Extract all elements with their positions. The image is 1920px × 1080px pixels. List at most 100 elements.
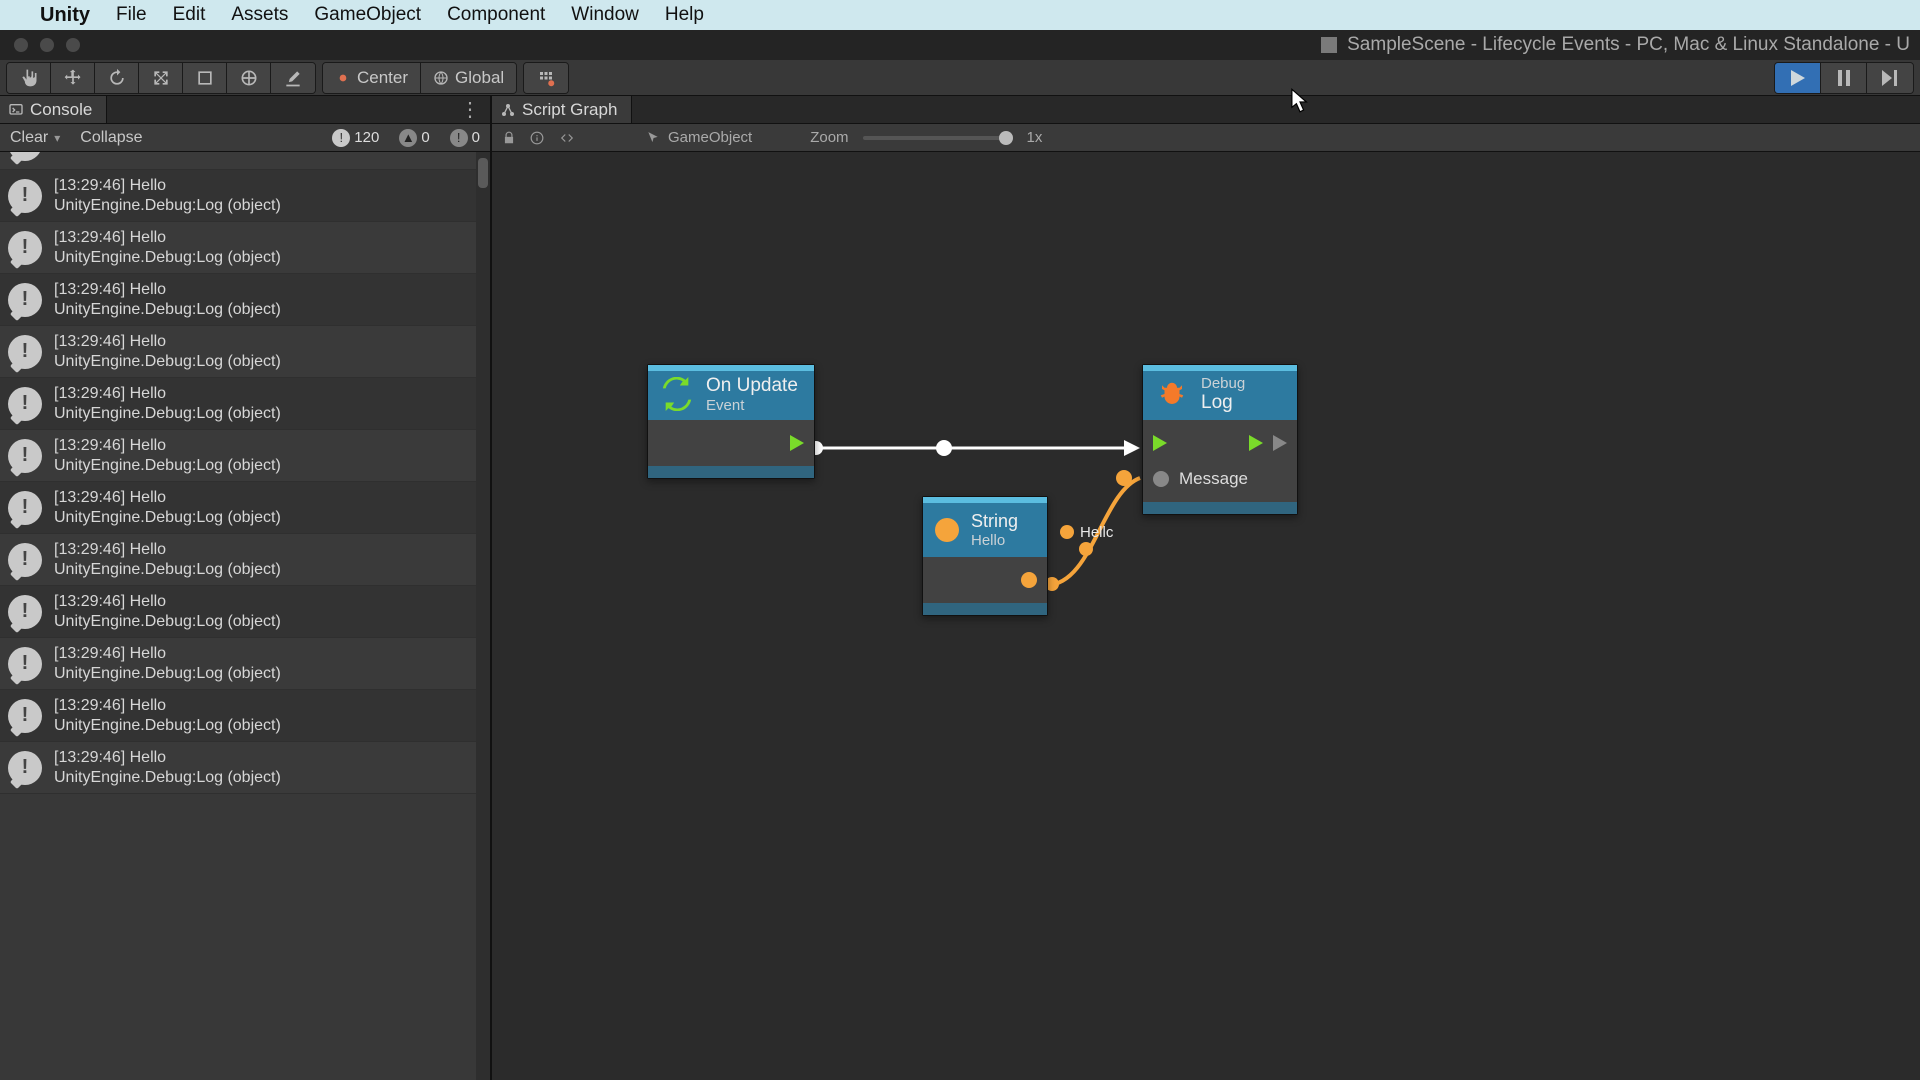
- pause-button[interactable]: [1821, 63, 1867, 93]
- console-log-row[interactable]: [13:29:46] HelloUnityEngine.Debug:Log (o…: [0, 222, 476, 274]
- log-info-icon: [8, 491, 42, 525]
- menubar-component[interactable]: Component: [447, 4, 545, 26]
- console-log-row[interactable]: [13:29:46] HelloUnityEngine.Debug:Log (o…: [0, 326, 476, 378]
- menubar-gameobject[interactable]: GameObject: [314, 4, 421, 26]
- minimize-window-button[interactable]: [40, 38, 54, 52]
- log-line-2: UnityEngine.Debug:Log (object): [54, 664, 281, 684]
- log-line-1: [13:29:46] Hello: [54, 696, 281, 716]
- console-collapse-button[interactable]: Collapse: [70, 124, 152, 151]
- log-info-icon: [8, 751, 42, 785]
- rotate-tool-button[interactable]: [95, 63, 139, 93]
- graph-code-button[interactable]: [558, 131, 576, 145]
- console-log-row[interactable]: [13:29:46] HelloUnityEngine.Debug:Log (o…: [0, 742, 476, 794]
- node-debug-log[interactable]: Debug Log Messa: [1142, 364, 1298, 515]
- log-info-icon: [8, 283, 42, 317]
- log-line-2: UnityEngine.Debug:Log (object): [54, 768, 281, 788]
- log-info-icon: [8, 699, 42, 733]
- graph-lock-button[interactable]: [502, 131, 516, 145]
- console-info-count[interactable]: ! 120: [324, 127, 387, 149]
- script-graph-tab[interactable]: Script Graph: [492, 96, 632, 123]
- maximize-window-button[interactable]: [66, 38, 80, 52]
- flow-out-port[interactable]: [790, 435, 804, 451]
- log-line-2: UnityEngine.Debug:Log (object): [54, 404, 281, 424]
- hand-tool-button[interactable]: [7, 63, 51, 93]
- rect-tool-button[interactable]: [183, 63, 227, 93]
- console-warn-count[interactable]: ▲ 0: [391, 127, 437, 149]
- console-log-row[interactable]: [13:29:46] HelloUnityEngine.Debug:Log (o…: [0, 430, 476, 482]
- console-scrollbar[interactable]: [476, 152, 490, 1080]
- menubar-window[interactable]: Window: [571, 4, 639, 26]
- console-clear-button[interactable]: Clear: [0, 124, 70, 151]
- step-button[interactable]: [1867, 63, 1913, 93]
- menubar-edit[interactable]: Edit: [173, 4, 206, 26]
- menubar-assets[interactable]: Assets: [231, 4, 288, 26]
- log-info-icon: [8, 387, 42, 421]
- space-toggle-button[interactable]: Global: [421, 63, 516, 93]
- graph-info-button[interactable]: [530, 131, 544, 145]
- node-string-literal[interactable]: String Hello: [922, 496, 1048, 616]
- console-log-row[interactable]: [13:29:46] HelloUnityEngine.Debug:Log (o…: [0, 586, 476, 638]
- log-line-2: UnityEngine.Debug:Log (object): [54, 248, 281, 268]
- console-log-row[interactable]: [13:29:46] HelloUnityEngine.Debug:Log (o…: [0, 534, 476, 586]
- console-list[interactable]: UnityEngine.Debug:Log (object)[13:29:46]…: [0, 152, 490, 1080]
- log-line-1: [13:29:46] Hello: [54, 384, 281, 404]
- log-info-icon: [8, 543, 42, 577]
- log-line-1: [13:29:46] Hello: [54, 332, 281, 352]
- move-tool-button[interactable]: [51, 63, 95, 93]
- log-info-icon: [8, 647, 42, 681]
- node-title: Log: [1201, 392, 1245, 414]
- scale-tool-button[interactable]: [139, 63, 183, 93]
- console-tab[interactable]: Console: [0, 96, 107, 123]
- flow-out-port[interactable]: [1249, 435, 1263, 451]
- flow-in-port[interactable]: [1153, 435, 1167, 451]
- console-error-count[interactable]: ! 0: [442, 127, 488, 149]
- log-line-2: UnityEngine.Debug:Log (object): [54, 456, 281, 476]
- log-info-icon: [8, 231, 42, 265]
- message-in-port[interactable]: [1153, 471, 1169, 487]
- string-type-icon: [935, 518, 959, 542]
- space-label: Global: [455, 68, 504, 88]
- transform-tool-button[interactable]: [227, 63, 271, 93]
- node-on-update[interactable]: On Update Event: [647, 364, 815, 479]
- traffic-lights: [10, 38, 80, 52]
- console-log-row[interactable]: [13:29:46] HelloUnityEngine.Debug:Log (o…: [0, 482, 476, 534]
- console-log-row[interactable]: [13:29:46] HelloUnityEngine.Debug:Log (o…: [0, 170, 476, 222]
- snap-toggle-button[interactable]: [524, 63, 568, 93]
- node-subtitle: Event: [706, 397, 798, 414]
- graph-canvas[interactable]: On Update Event: [492, 152, 1920, 1080]
- node-category: Debug: [1201, 375, 1245, 392]
- console-log-row[interactable]: [13:29:46] HelloUnityEngine.Debug:Log (o…: [0, 690, 476, 742]
- string-out-port[interactable]: [1021, 572, 1037, 588]
- console-log-row[interactable]: UnityEngine.Debug:Log (object): [0, 152, 476, 170]
- edge-value-tooltip: Hellc: [1080, 524, 1113, 541]
- log-info-icon: [8, 595, 42, 629]
- log-info-icon: [8, 179, 42, 213]
- zoom-label: Zoom: [810, 129, 848, 146]
- log-line-2: UnityEngine.Debug:Log (object): [54, 196, 281, 216]
- close-window-button[interactable]: [14, 38, 28, 52]
- graph-icon: [500, 102, 516, 118]
- log-line-2: UnityEngine.Debug:Log (object): [54, 612, 281, 632]
- menubar-file[interactable]: File: [116, 4, 147, 26]
- log-line-1: [13:29:46] Hello: [54, 228, 281, 248]
- menubar-help[interactable]: Help: [665, 4, 704, 26]
- menubar-app-name[interactable]: Unity: [40, 4, 90, 27]
- log-line-1: [13:29:46] Hello: [54, 436, 281, 456]
- scrollbar-thumb[interactable]: [478, 158, 488, 188]
- mac-menubar: Unity File Edit Assets GameObject Compon…: [0, 0, 1920, 30]
- zoom-slider[interactable]: [863, 136, 1013, 140]
- console-log-row[interactable]: [13:29:46] HelloUnityEngine.Debug:Log (o…: [0, 638, 476, 690]
- log-line-1: [13:29:46] Hello: [54, 644, 281, 664]
- main-toolbar: Center Global: [0, 60, 1920, 96]
- graph-breadcrumb[interactable]: GameObject: [644, 129, 752, 146]
- console-panel-menu[interactable]: ⋮: [450, 97, 490, 122]
- play-button[interactable]: [1775, 63, 1821, 93]
- window-titlebar: SampleScene - Lifecycle Events - PC, Mac…: [0, 30, 1920, 60]
- pivot-toggle-button[interactable]: Center: [323, 63, 421, 93]
- log-line-1: [13:29:46] Hello: [54, 540, 281, 560]
- console-log-row[interactable]: [13:29:46] HelloUnityEngine.Debug:Log (o…: [0, 274, 476, 326]
- console-log-row[interactable]: [13:29:46] HelloUnityEngine.Debug:Log (o…: [0, 378, 476, 430]
- console-icon: [8, 102, 24, 118]
- custom-tool-button[interactable]: [271, 63, 315, 93]
- flow-out-port-extra[interactable]: [1273, 435, 1287, 451]
